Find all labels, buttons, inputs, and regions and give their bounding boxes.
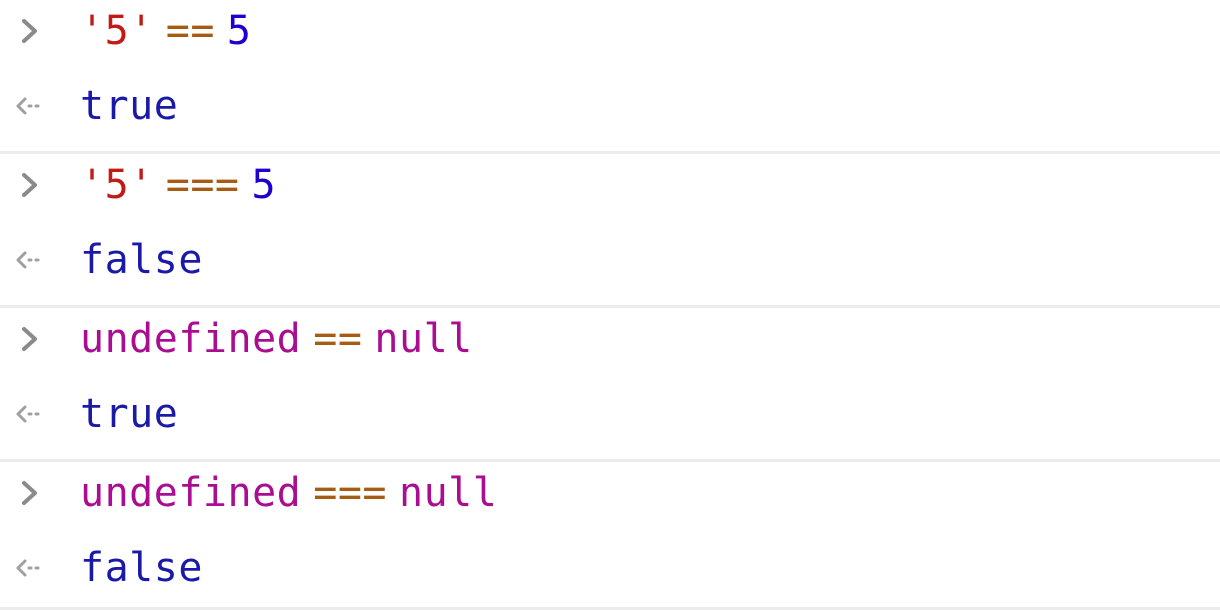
console-input-line[interactable]: '5' == 5 xyxy=(0,6,1220,56)
code-token-operator: == xyxy=(313,316,363,362)
chevron-right-icon xyxy=(22,481,37,505)
arrow-left-icon xyxy=(16,559,40,577)
console-panel: '5' == 5 true '5' === 5 false undefined … xyxy=(0,0,1220,610)
console-input-line[interactable]: undefined == null xyxy=(0,314,1220,364)
console-result-value: true xyxy=(80,83,179,129)
arrow-left-icon xyxy=(16,405,40,423)
arrow-left-icon xyxy=(16,251,40,269)
code-token-number: 5 xyxy=(226,8,252,54)
console-result-value: false xyxy=(80,237,203,283)
code-token-operator: === xyxy=(313,470,387,516)
console-input-code: '5' == 5 xyxy=(80,6,252,56)
arrow-left-icon xyxy=(16,97,40,115)
console-entry: undefined == null true xyxy=(0,308,1220,462)
console-output-line: false xyxy=(0,543,1220,593)
code-token-number: 5 xyxy=(251,162,277,208)
console-output-line: true xyxy=(0,389,1220,439)
code-token-keyword: null xyxy=(399,470,498,516)
code-token-keyword: undefined xyxy=(80,470,302,516)
code-token-string: '5' xyxy=(80,162,154,208)
code-token-keyword: undefined xyxy=(80,316,302,362)
console-entry: undefined === null false xyxy=(0,462,1220,610)
console-output-line: false xyxy=(0,235,1220,285)
console-input-code: '5' === 5 xyxy=(80,160,276,210)
console-entry: '5' === 5 false xyxy=(0,154,1220,308)
chevron-right-icon xyxy=(22,173,37,197)
code-token-operator: == xyxy=(165,8,215,54)
console-input-line[interactable]: '5' === 5 xyxy=(0,160,1220,210)
code-token-string: '5' xyxy=(80,8,154,54)
code-token-operator: === xyxy=(165,162,240,208)
code-token-keyword: null xyxy=(374,316,473,362)
console-output-line: true xyxy=(0,81,1220,131)
chevron-right-icon xyxy=(22,327,37,351)
console-input-line[interactable]: undefined === null xyxy=(0,468,1220,518)
console-result-value: true xyxy=(80,391,179,437)
console-input-code: undefined === null xyxy=(80,468,497,518)
console-entry: '5' == 5 true xyxy=(0,0,1220,154)
console-result-value: false xyxy=(80,545,203,591)
chevron-right-icon xyxy=(22,19,37,43)
console-input-code: undefined == null xyxy=(80,314,473,364)
